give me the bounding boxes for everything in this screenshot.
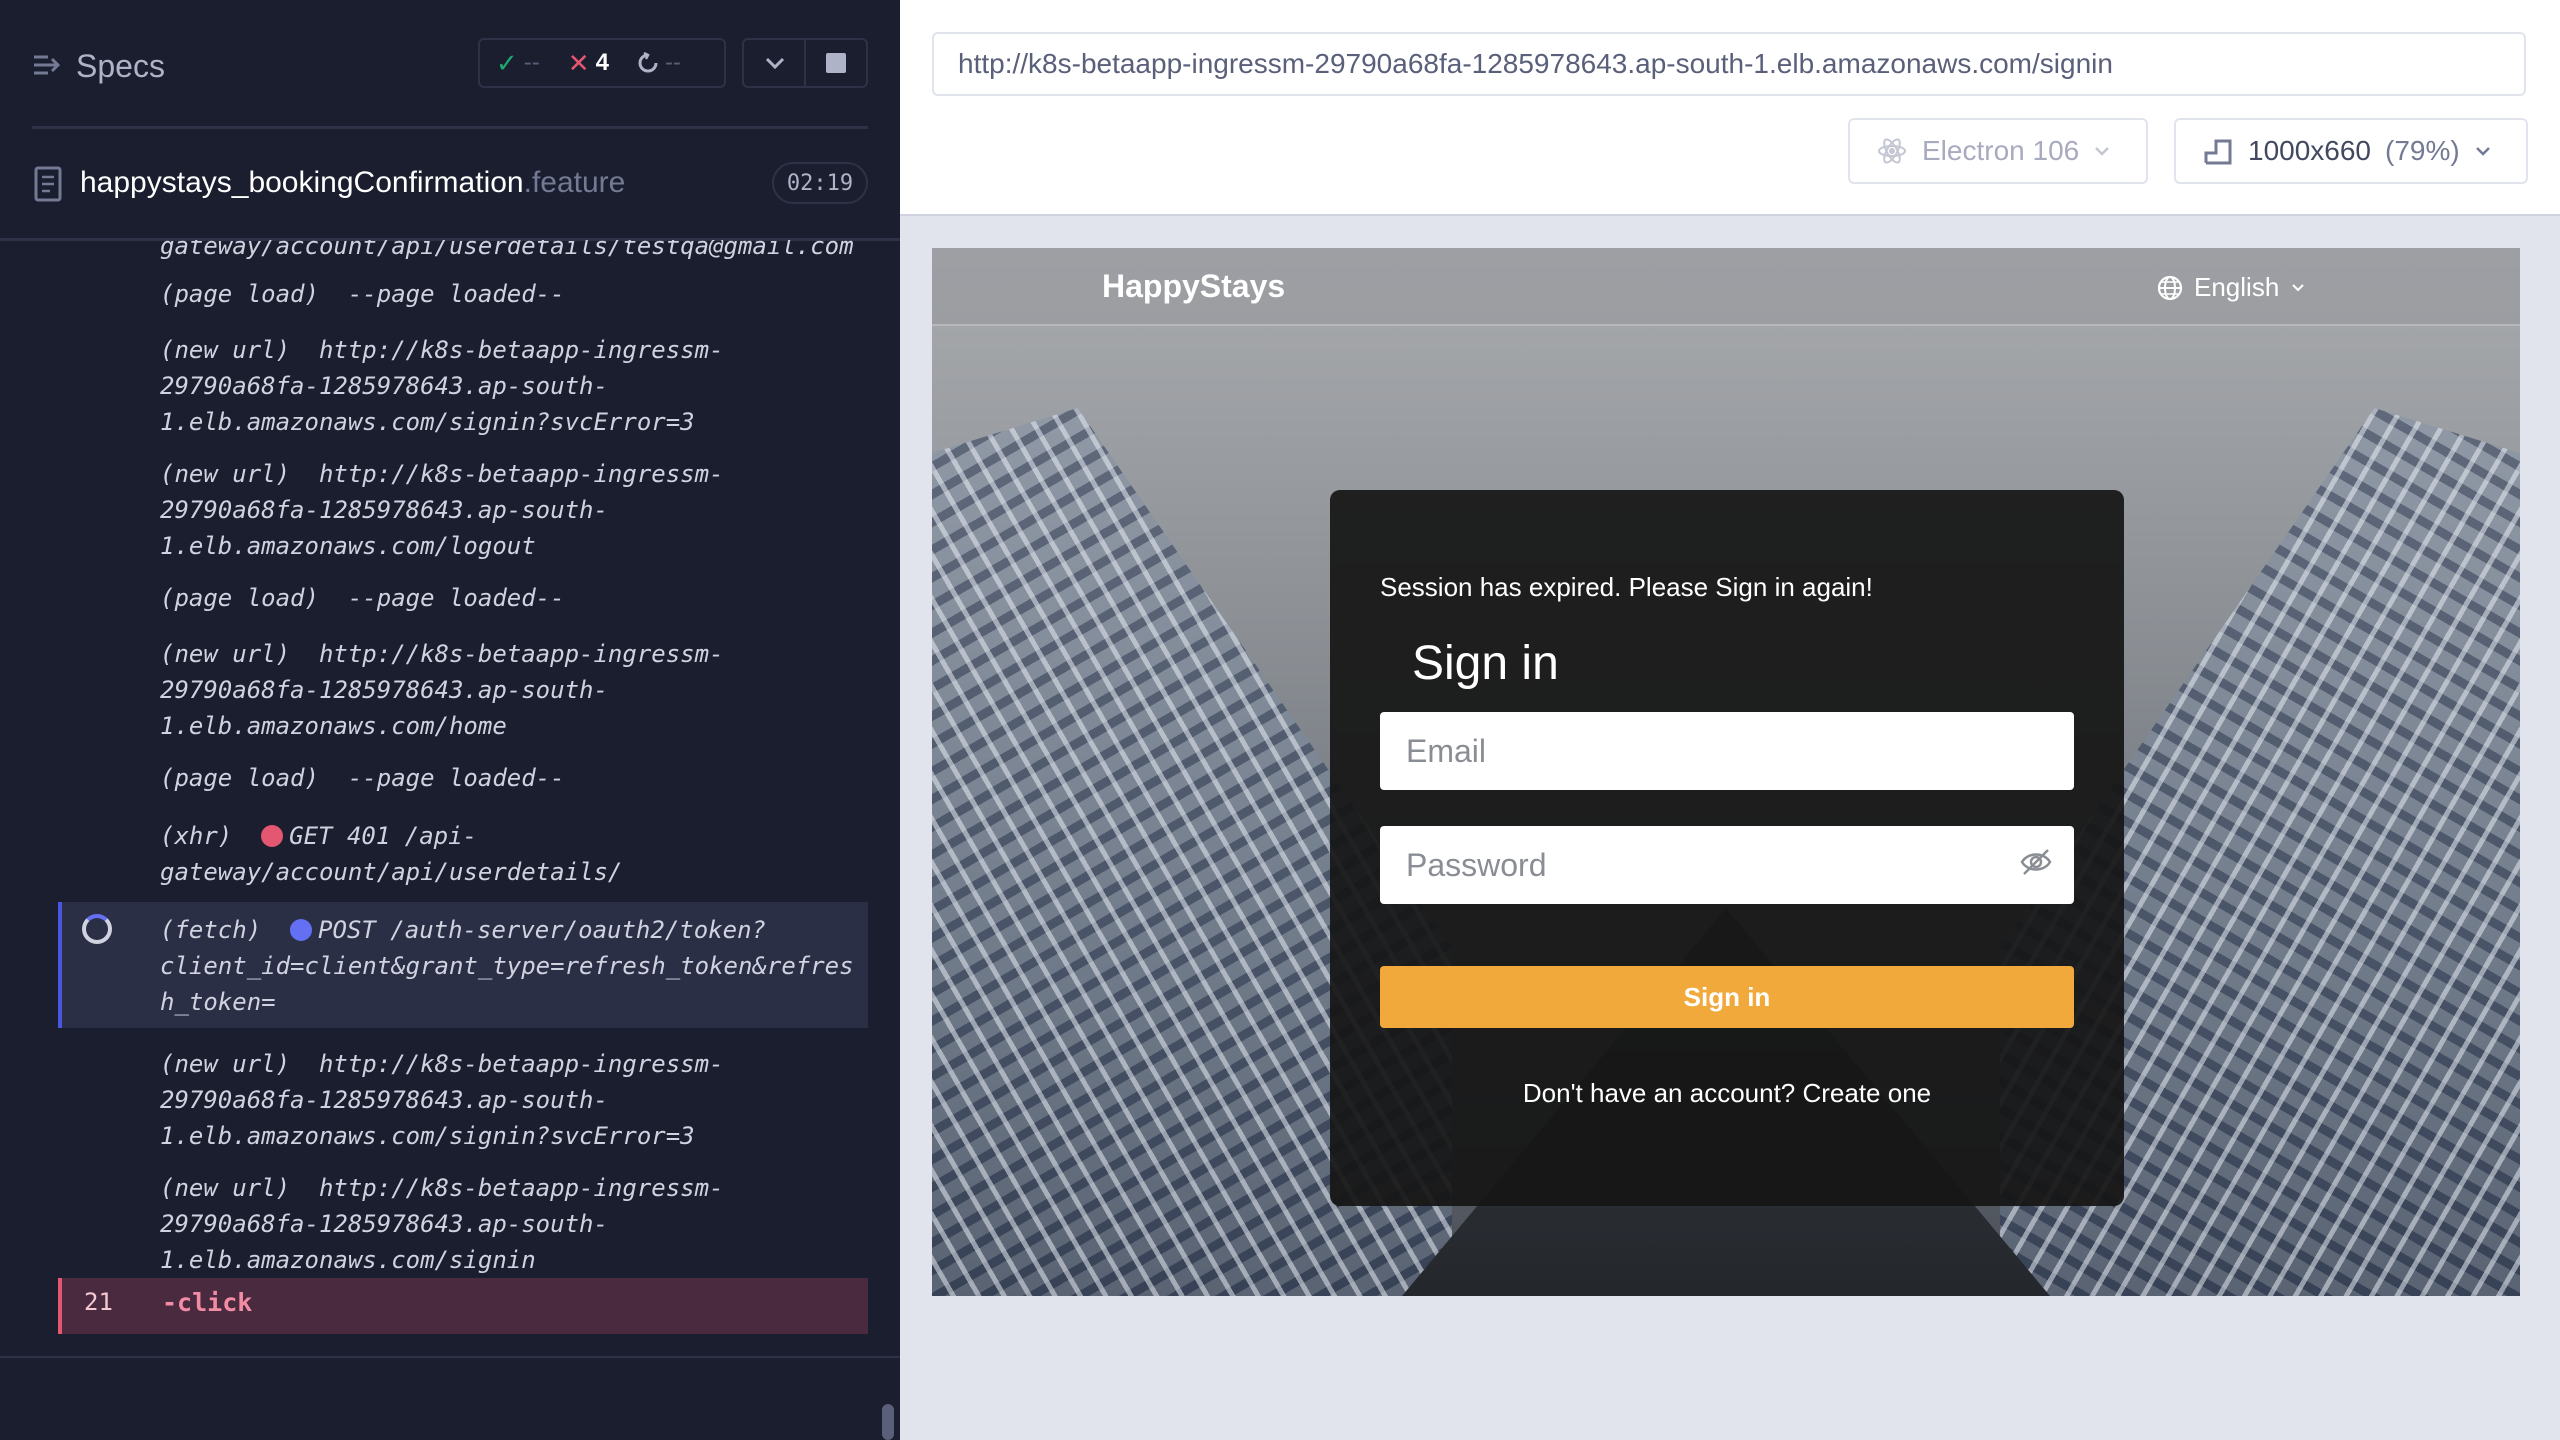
spec-file-name: happystays_bookingConfirmation.feature <box>80 166 625 200</box>
test-stats: ✓ -- ✕ 4 -- <box>478 38 726 88</box>
specs-title[interactable]: Specs <box>76 48 165 85</box>
spinner-icon <box>82 914 112 944</box>
stop-icon <box>826 53 846 73</box>
create-account-link[interactable]: Don't have an account? Create one <box>1330 1078 2124 1109</box>
signin-button[interactable]: Sign in <box>1380 966 2074 1028</box>
check-icon: ✓ <box>496 47 518 78</box>
log-entry[interactable]: (new url) http://k8s-betaapp-ingressm- 2… <box>160 1170 724 1278</box>
language-label: English <box>2194 272 2280 302</box>
globe-icon <box>2157 275 2183 300</box>
chevron-down-icon <box>765 57 784 70</box>
log-entry[interactable]: (new url) http://k8s-betaapp-ingressm- 2… <box>160 456 724 564</box>
log-entry-fetch[interactable]: (fetch) POST /auth-server/oauth2/token? … <box>160 912 854 1020</box>
viewport-icon <box>2204 139 2232 165</box>
pending-status-icon <box>290 919 313 941</box>
log-entry[interactable]: (page load) --page loaded-- <box>160 760 565 796</box>
log-entry[interactable]: (new url) http://k8s-betaapp-ingressm- 2… <box>160 1046 724 1154</box>
app-logo[interactable]: HappyStays <box>1102 268 1285 305</box>
scrollbar-thumb[interactable] <box>882 1404 894 1440</box>
specs-menu-icon[interactable] <box>32 50 62 80</box>
app-navbar: HappyStays English <box>932 248 2520 326</box>
spec-name-ext: .feature <box>523 166 626 199</box>
stop-button[interactable] <box>804 38 868 88</box>
signin-card: Session has expired. Please Sign in agai… <box>1330 490 2124 1206</box>
eye-off-icon[interactable] <box>2018 844 2054 880</box>
log-entry[interactable]: (page load) --page loaded-- <box>160 276 565 312</box>
password-field[interactable]: Password <box>1380 826 2074 904</box>
command-line-number: 21 <box>84 1288 113 1316</box>
electron-icon <box>1878 138 1906 164</box>
language-selector[interactable]: English <box>2156 272 2307 303</box>
email-placeholder: Email <box>1406 732 1487 769</box>
chevron-down-icon <box>2475 147 2490 156</box>
email-field[interactable]: Email <box>1380 712 2074 790</box>
viewport-scale: (79%) <box>2385 135 2460 166</box>
browser-label: Electron 106 <box>1922 135 2080 166</box>
toggle-auto-scroll-button[interactable] <box>742 38 806 88</box>
chevron-down-icon <box>2292 283 2304 291</box>
app-under-test: HappyStays English Session has expired. … <box>932 248 2520 1296</box>
command-name: -click <box>162 1288 253 1317</box>
document-icon <box>34 166 62 202</box>
spec-name-base: happystays_bookingConfirmation <box>80 166 524 199</box>
command-log: gateway/account/api/userdetails/testqa@g… <box>0 240 900 1360</box>
divider <box>32 126 868 129</box>
aut-header: http://k8s-betaapp-ingressm-29790a68fa-1… <box>900 0 2560 216</box>
session-expired-message: Session has expired. Please Sign in agai… <box>1380 572 1873 602</box>
passed-count: -- <box>523 49 540 76</box>
refresh-icon <box>638 52 658 73</box>
chevron-down-icon <box>2095 147 2110 156</box>
url-bar[interactable]: http://k8s-betaapp-ingressm-29790a68fa-1… <box>932 32 2526 96</box>
spec-file-header[interactable]: happystays_bookingConfirmation.feature 0… <box>0 150 900 218</box>
log-entry[interactable]: (new url) http://k8s-betaapp-ingressm- 2… <box>160 332 724 440</box>
log-entry[interactable]: (page load) --page loaded-- <box>160 580 565 616</box>
log-entry[interactable]: gateway/account/api/userdetails/testqa@g… <box>160 240 854 264</box>
divider <box>0 1356 900 1358</box>
browser-selector[interactable]: Electron 106 <box>1848 118 2148 184</box>
pending-count: -- <box>664 49 681 76</box>
run-duration: 02:19 <box>772 162 868 204</box>
signin-heading: Sign in <box>1412 637 1559 690</box>
failed-count: 4 <box>595 49 609 76</box>
x-icon: ✕ <box>567 47 590 78</box>
log-prefix: (xhr) <box>160 822 262 850</box>
log-entry[interactable]: (new url) http://k8s-betaapp-ingressm- 2… <box>160 636 724 744</box>
error-status-icon <box>261 825 284 847</box>
log-prefix: (fetch) <box>160 916 291 944</box>
viewport-size: 1000x660 <box>2248 135 2372 166</box>
current-command-row[interactable]: 21 -click <box>58 1278 868 1334</box>
reporter-header: Specs ✓ -- ✕ 4 -- <box>0 0 900 130</box>
password-placeholder: Password <box>1406 846 1547 883</box>
viewport-selector[interactable]: 1000x660 (79%) <box>2174 118 2528 184</box>
command-log-panel: Specs ✓ -- ✕ 4 -- happystays_bookingConf… <box>0 0 900 1440</box>
log-entry-xhr[interactable]: (xhr) GET 401 /api- gateway/account/api/… <box>160 818 622 890</box>
